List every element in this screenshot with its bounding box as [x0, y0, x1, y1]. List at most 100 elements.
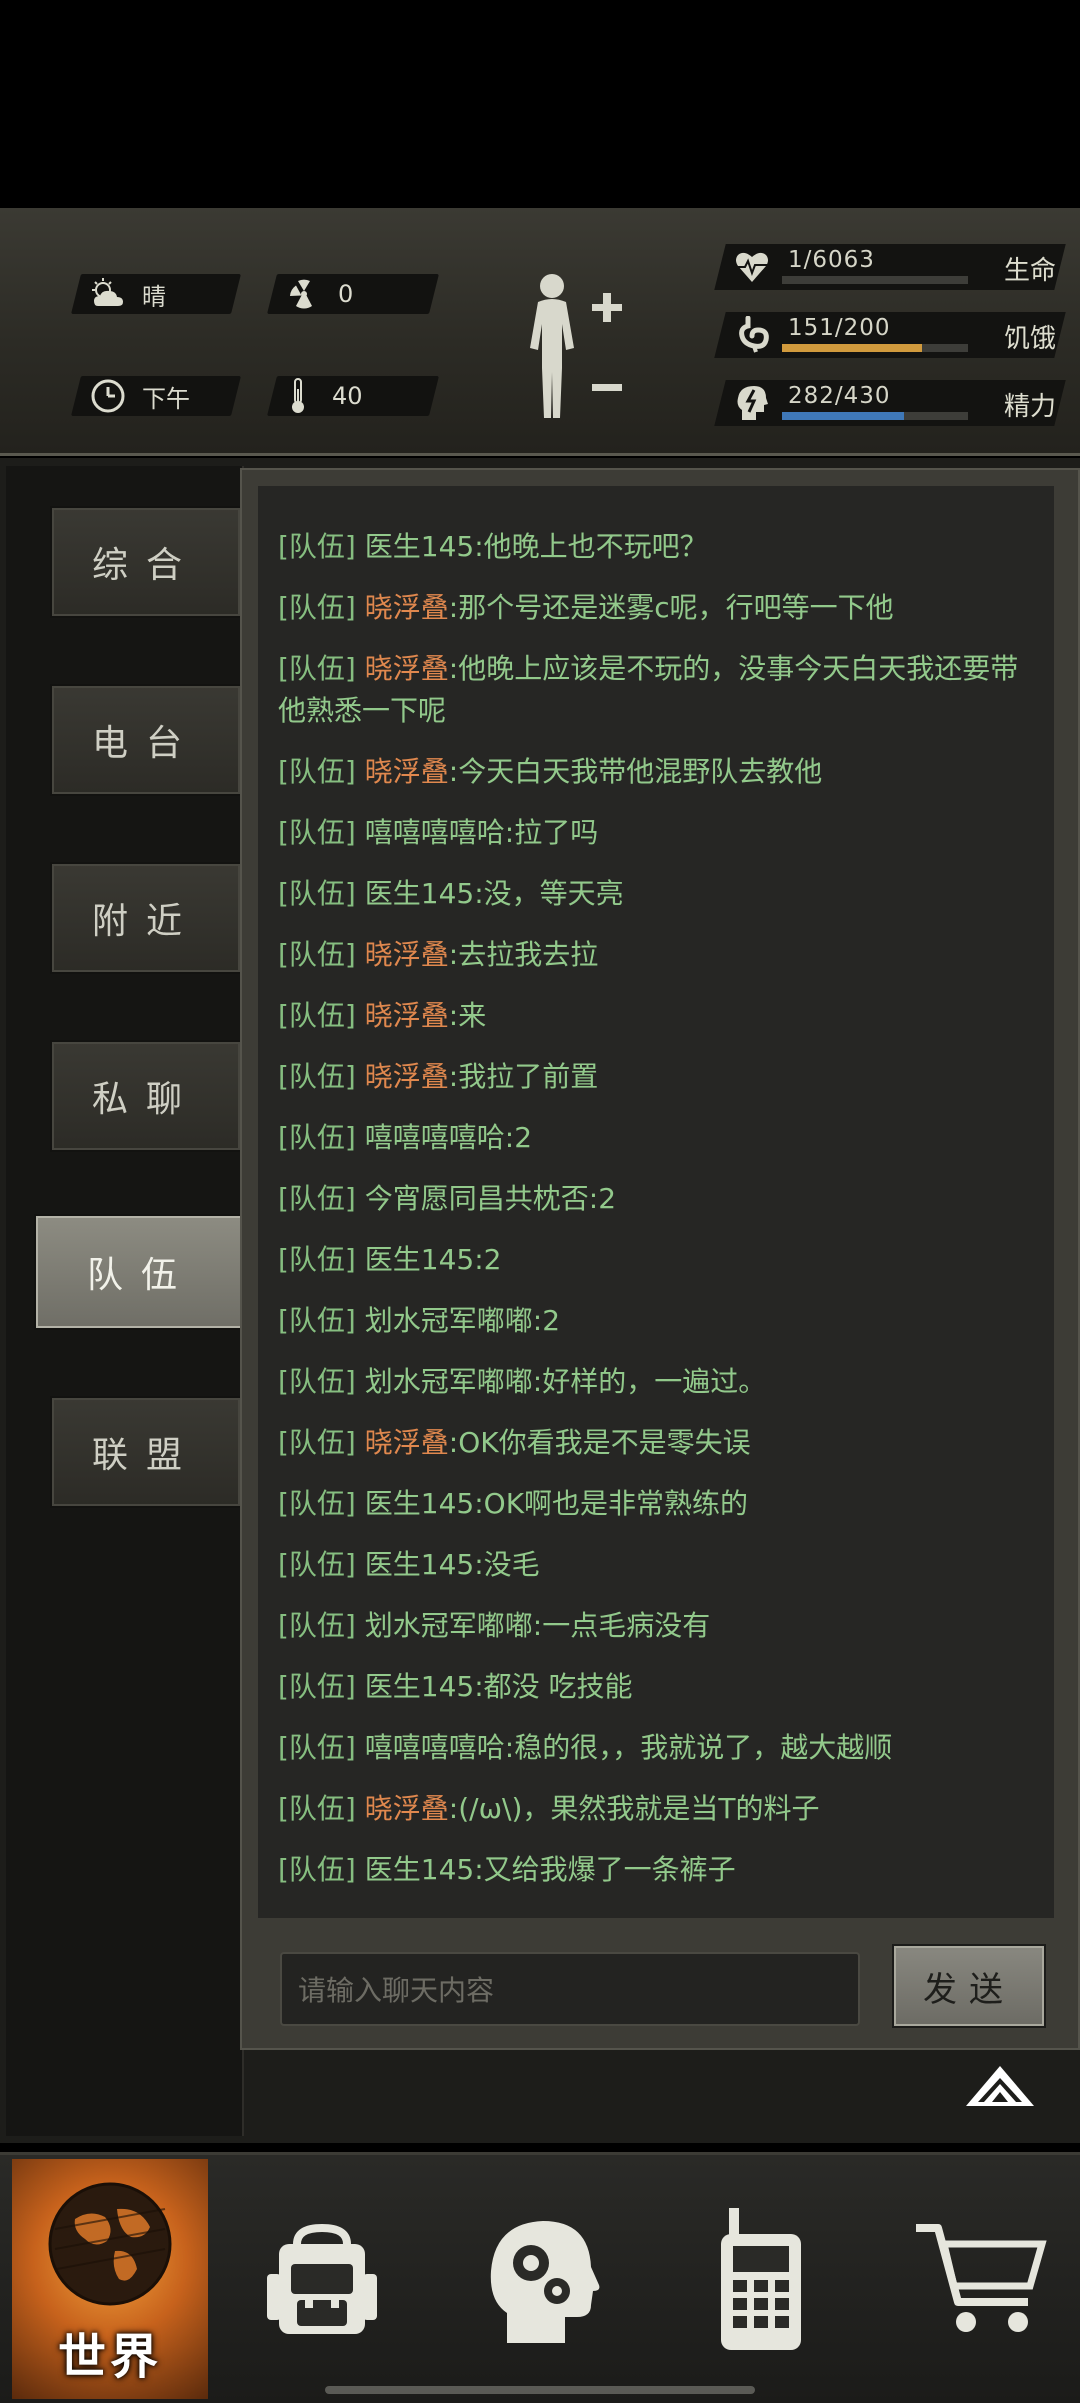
hunger-label: 饥饿	[1004, 318, 1056, 355]
energy-value: 282/430	[788, 383, 891, 409]
message-text: :今天白天我带他混野队去教他	[449, 755, 822, 788]
sender-name[interactable]: 医生145	[365, 1670, 474, 1703]
channel-tag: [队伍]	[278, 755, 356, 788]
channel-tag: [队伍]	[278, 530, 356, 563]
energy-fill	[782, 412, 904, 420]
clock-icon	[88, 376, 128, 416]
chevron-up-icon	[964, 2064, 1036, 2108]
collapse-button[interactable]	[960, 2058, 1040, 2114]
health-track	[782, 276, 968, 284]
sender-name[interactable]: 晓浮叠	[365, 1060, 449, 1093]
chat-message: [队伍] 划水冠军嘟嘟:2	[258, 1300, 1054, 1342]
sender-name[interactable]: 晓浮叠	[365, 1426, 449, 1459]
nav-world-label: 世界	[12, 2317, 208, 2387]
channel-tag: [队伍]	[278, 816, 356, 849]
sender-name[interactable]: 嘻嘻嘻嘻哈	[365, 816, 505, 849]
channel-tag: [队伍]	[278, 938, 356, 971]
channel-tag: [队伍]	[278, 1365, 356, 1398]
status-panel: 晴 0 下午	[0, 208, 1080, 456]
tab-nearby[interactable]: 附近	[50, 862, 242, 974]
chat-message: [队伍] 晓浮叠:(/ω\)，果然我就是当T的料子	[258, 1788, 1054, 1830]
sender-name[interactable]: 医生145	[365, 1487, 474, 1520]
chat-log[interactable]: [队伍] 医生145:他晚上也不玩吧？[队伍] 晓浮叠:那个号还是迷雾c呢，行吧…	[258, 486, 1054, 1918]
channel-tag: [队伍]	[278, 1487, 356, 1520]
channel-tag: [队伍]	[278, 1182, 356, 1215]
body-figure-button[interactable]	[520, 268, 630, 428]
nav-radio[interactable]	[660, 2155, 860, 2403]
radiation-status[interactable]: 0	[284, 274, 353, 314]
bottom-nav: 世界	[0, 2152, 1080, 2403]
energy-bar: 282/430 精力	[720, 380, 1060, 426]
sender-name[interactable]: 晓浮叠	[365, 1792, 449, 1825]
radiation-icon	[284, 274, 324, 314]
sender-name[interactable]: 医生145	[365, 530, 474, 563]
message-text: :一点毛病没有	[533, 1609, 710, 1642]
hunger-track	[782, 344, 968, 352]
sender-name[interactable]: 晓浮叠	[365, 999, 449, 1032]
sender-name[interactable]: 划水冠军嘟嘟	[365, 1609, 533, 1642]
time-status[interactable]: 下午	[88, 376, 190, 416]
tab-alliance[interactable]: 联盟	[50, 1396, 242, 1508]
time-value: 下午	[142, 379, 190, 414]
channel-tag: [队伍]	[278, 1060, 356, 1093]
chat-input[interactable]: 请输入聊天内容	[280, 1952, 860, 2026]
backpack-icon	[257, 2214, 387, 2344]
sender-name[interactable]: 医生145	[365, 1548, 474, 1581]
message-text: :稳的很，，我就说了，越大越顺	[505, 1731, 892, 1764]
channel-tag: [队伍]	[278, 1609, 356, 1642]
tab-radio[interactable]: 电台	[50, 684, 242, 796]
sender-name[interactable]: 嘻嘻嘻嘻哈	[365, 1121, 505, 1154]
channel-tag: [队伍]	[278, 1304, 356, 1337]
temperature-status[interactable]: 40	[278, 376, 363, 416]
tab-general[interactable]: 综合	[50, 506, 242, 618]
message-text: :2	[474, 1243, 501, 1276]
weather-status[interactable]: 晴	[88, 274, 166, 314]
sender-name[interactable]: 医生145	[365, 877, 474, 910]
chat-message: [队伍] 医生145:他晚上也不玩吧？	[258, 526, 1054, 568]
chat-message: [队伍] 嘻嘻嘻嘻哈:稳的很，，我就说了，越大越顺	[258, 1727, 1054, 1769]
message-text: :他晚上也不玩吧？	[474, 530, 707, 563]
health-label: 生命	[1004, 250, 1056, 287]
channel-tag: [队伍]	[278, 999, 356, 1032]
sender-name[interactable]: 晓浮叠	[365, 755, 449, 788]
chat-message: [队伍] 嘻嘻嘻嘻哈:2	[258, 1117, 1054, 1159]
channel-tag: [队伍]	[278, 1426, 356, 1459]
main-panel: 综合 电台 附近 私聊 队伍 联盟 [队伍] 医生145:他晚上也不玩吧？[队伍…	[0, 458, 1080, 2143]
chat-message: [队伍] 医生145:没，等天亮	[258, 873, 1054, 915]
nav-skills[interactable]	[442, 2155, 642, 2403]
message-text: :2	[589, 1182, 616, 1215]
chat-message: [队伍] 晓浮叠:他晚上应该是不玩的，没事今天白天我还要带他熟悉一下呢	[258, 648, 1054, 732]
channel-tag: [队伍]	[278, 1243, 356, 1276]
radiation-value: 0	[338, 280, 353, 308]
chat-message: [队伍] 医生145:OK啊也是非常熟练的	[258, 1483, 1054, 1525]
sender-name[interactable]: 晓浮叠	[365, 652, 449, 685]
message-text: :没，等天亮	[474, 877, 623, 910]
health-value: 1/6063	[788, 247, 875, 273]
sender-name[interactable]: 晓浮叠	[365, 938, 449, 971]
head-gears-icon	[477, 2209, 607, 2349]
channel-tag: [队伍]	[278, 1121, 356, 1154]
sender-name[interactable]: 晓浮叠	[365, 591, 449, 624]
sender-name[interactable]: 今宵愿同昌共枕否	[365, 1182, 589, 1215]
sender-name[interactable]: 嘻嘻嘻嘻哈	[365, 1731, 505, 1764]
energy-label: 精力	[1004, 386, 1056, 423]
tab-private[interactable]: 私聊	[50, 1040, 242, 1152]
message-text: :都没 吃技能	[474, 1670, 632, 1703]
send-button[interactable]: 发送	[892, 1944, 1046, 2028]
weather-value: 晴	[142, 277, 166, 312]
sender-name[interactable]: 医生145	[365, 1853, 474, 1886]
chat-panel: [队伍] 医生145:他晚上也不玩吧？[队伍] 晓浮叠:那个号还是迷雾c呢，行吧…	[240, 468, 1080, 2050]
chat-message: [队伍] 晓浮叠:今天白天我带他混野队去教他	[258, 751, 1054, 793]
sender-name[interactable]: 医生145	[365, 1243, 474, 1276]
chat-message: [队伍] 划水冠军嘟嘟:好样的，一遍过。	[258, 1361, 1054, 1403]
chat-message: [队伍] 晓浮叠:来	[258, 995, 1054, 1037]
nav-shop[interactable]	[880, 2155, 1080, 2403]
chat-message: [队伍] 嘻嘻嘻嘻哈:拉了吗	[258, 812, 1054, 854]
nav-world[interactable]: 世界	[12, 2159, 208, 2399]
sender-name[interactable]: 划水冠军嘟嘟	[365, 1365, 533, 1398]
sender-name[interactable]: 划水冠军嘟嘟	[365, 1304, 533, 1337]
chat-message: [队伍] 医生145:没毛	[258, 1544, 1054, 1586]
nav-backpack[interactable]	[222, 2155, 422, 2403]
tab-team[interactable]: 队伍	[34, 1214, 248, 1330]
message-text: :2	[505, 1121, 532, 1154]
